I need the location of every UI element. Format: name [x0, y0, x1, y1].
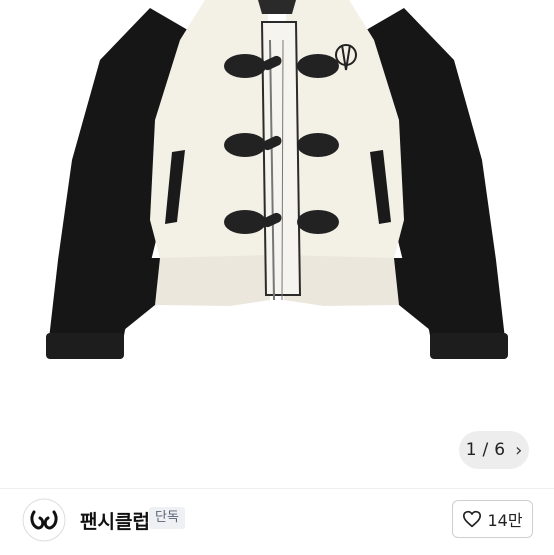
fancyclub-logo-icon[interactable] [22, 498, 66, 542]
like-count: 14만 [487, 511, 523, 530]
pager-total: 6 [494, 440, 506, 460]
pager-current: 1 [465, 440, 477, 460]
product-image-carousel[interactable]: 1 / 6 › [0, 0, 554, 488]
exclusive-badge: 단독 [149, 507, 185, 529]
store-info-bar: 팬시클럽 단독 14만 [0, 488, 554, 555]
chevron-right-icon[interactable]: › [515, 440, 522, 461]
like-button[interactable]: 14만 [452, 500, 533, 538]
pager-separator: / [482, 440, 489, 460]
product-image-jacket [46, 0, 508, 359]
image-pager[interactable]: 1 / 6 › [459, 431, 529, 469]
heart-outline-icon [463, 510, 482, 528]
store-name[interactable]: 팬시클럽 [80, 507, 150, 534]
